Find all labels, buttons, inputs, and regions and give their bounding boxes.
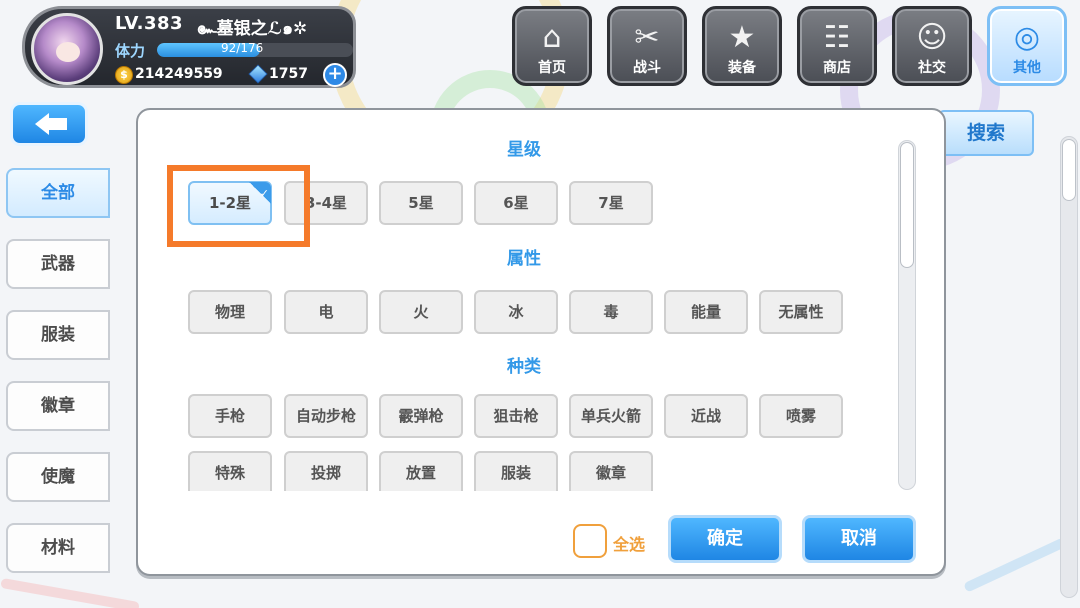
filter-chip-poison[interactable]: 毒 [569,290,653,334]
section-title-attribute: 属性 [160,248,888,270]
tab-badges[interactable]: 徽章 [6,381,110,431]
player-info-panel: LV.383 ๛墓银之ℒ๑✲ 体力 92/176 $ 214249559 175… [22,6,356,88]
cancel-button[interactable]: 取消 [802,515,916,563]
select-all-label: 全选 [613,535,646,554]
back-button[interactable] [10,102,88,146]
dialog-scrollbar[interactable] [898,140,916,490]
nav-label: 其他 [1013,60,1041,76]
player-name: ๛墓银之ℒ๑✲ [197,19,308,39]
gold-amount: 214249559 [135,66,223,82]
gem-icon [248,64,268,84]
tab-all[interactable]: 全部 [6,168,110,218]
top-navigation: ⌂ 首页 ✂ 战斗 ★ 装备 ☷ 商店 ☺ 社交 ◎ 其他 [512,6,1067,86]
filter-chip-rocket[interactable]: 单兵火箭 [569,394,653,438]
gold-coin-icon: $ [115,66,133,84]
nav-label: 首页 [538,60,566,76]
filter-chip-fire[interactable]: 火 [379,290,463,334]
filter-chip-throw[interactable]: 投掷 [284,451,368,491]
search-button[interactable]: 搜索 [938,110,1034,156]
home-icon: ⌂ [542,20,562,55]
highlight-box [167,165,310,247]
filter-chip-ice[interactable]: 冰 [474,290,558,334]
filter-chip-auto-rifle[interactable]: 自动步枪 [284,394,368,438]
select-all-checkbox[interactable] [573,524,607,558]
filter-chip-placement[interactable]: 放置 [379,451,463,491]
add-currency-button[interactable]: + [323,63,347,87]
nav-shop-button[interactable]: ☷ 商店 [797,6,877,86]
filter-chip-energy[interactable]: 能量 [664,290,748,334]
crossed-guns-icon: ✂ [634,20,660,55]
tab-materials[interactable]: 材料 [6,523,110,573]
tab-costume[interactable]: 服装 [6,310,110,360]
avatar[interactable] [31,13,103,85]
filter-chip-star-6[interactable]: 6星 [474,181,558,225]
star-gun-icon: ★ [728,20,756,55]
shopping-basket-icon: ☷ [823,20,851,55]
filter-chip-spray[interactable]: 喷雾 [759,394,843,438]
filter-chip-special[interactable]: 特殊 [188,451,272,491]
list-scrollbar[interactable] [1060,136,1078,598]
dialog-scrollbar-thumb[interactable] [900,142,914,268]
section-title-star: 星级 [160,139,888,161]
filter-chip-sniper[interactable]: 狙击枪 [474,394,558,438]
nav-label: 战斗 [633,60,661,76]
filter-chip-no-attribute[interactable]: 无属性 [759,290,843,334]
filter-chip-melee[interactable]: 近战 [664,394,748,438]
section-title-type: 种类 [160,356,888,378]
list-scrollbar-thumb[interactable] [1062,139,1076,201]
nav-other-button[interactable]: ◎ 其他 [987,6,1067,86]
filter-chip-physical[interactable]: 物理 [188,290,272,334]
snail-target-icon: ◎ [1013,20,1041,55]
gem-amount: 1757 [269,66,308,82]
filter-chip-shotgun[interactable]: 霰弹枪 [379,394,463,438]
nav-battle-button[interactable]: ✂ 战斗 [607,6,687,86]
tab-familiars[interactable]: 使魔 [6,452,110,502]
character-face-icon: ☺ [916,20,948,55]
tab-weapons[interactable]: 武器 [6,239,110,289]
back-arrow-stem [47,118,67,130]
stamina-value: 92/176 [221,41,264,55]
nav-home-button[interactable]: ⌂ 首页 [512,6,592,86]
filter-chip-pistol[interactable]: 手枪 [188,394,272,438]
filter-chip-badge[interactable]: 徽章 [569,451,653,491]
filter-chip-costume[interactable]: 服装 [474,451,558,491]
nav-label: 装备 [728,60,756,76]
stamina-label: 体力 [115,42,146,60]
filter-chip-star-5[interactable]: 5星 [379,181,463,225]
nav-equipment-button[interactable]: ★ 装备 [702,6,782,86]
category-tabs: 全部 武器 服装 徽章 使魔 材料 [6,168,112,594]
player-level: LV.383 [115,13,184,34]
nav-label: 社交 [918,60,946,76]
filter-chip-star-7[interactable]: 7星 [569,181,653,225]
nav-label: 商店 [823,60,851,76]
confirm-button[interactable]: 确定 [668,515,782,563]
nav-social-button[interactable]: ☺ 社交 [892,6,972,86]
filter-chip-electric[interactable]: 电 [284,290,368,334]
